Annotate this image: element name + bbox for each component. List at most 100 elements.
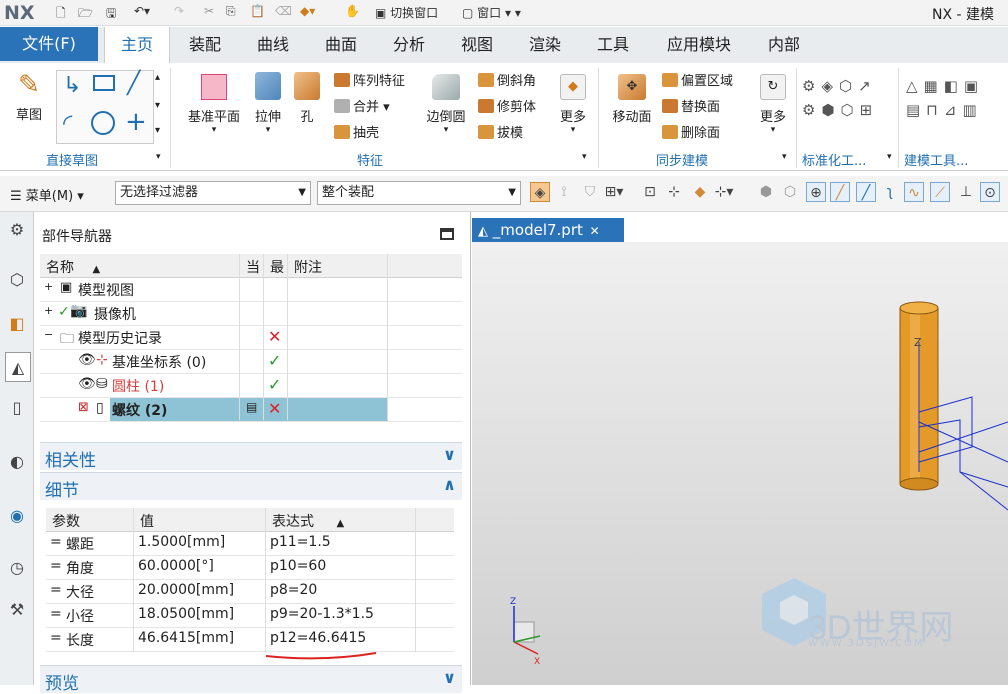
touch-mode-icon[interactable]: ✋ — [345, 4, 360, 22]
close-tab-icon[interactable]: ✕ — [590, 224, 600, 238]
latest-column-header[interactable]: 最 — [270, 257, 284, 277]
reuse-library-icon[interactable]: ▯ — [5, 396, 29, 420]
maximize-panel-icon[interactable] — [440, 228, 454, 240]
details-row[interactable]: = 螺距 1.5000[mm] p11=1.5 — [46, 532, 454, 556]
unite-button[interactable]: 合并 ▾ — [334, 96, 390, 115]
collapse-icon[interactable]: − — [44, 328, 53, 341]
arc-center-snap-icon[interactable]: ⊙ — [980, 182, 1000, 202]
details-row[interactable]: = 角度 60.0000[°] p10=60 — [46, 556, 454, 580]
tab-tools[interactable]: 工具 — [586, 27, 640, 63]
midpoint-snap-icon[interactable]: ╱ — [856, 182, 876, 202]
point-icon[interactable]: + — [125, 107, 147, 137]
part-navigator-icon[interactable]: ◭ — [5, 352, 31, 382]
gallery-expand-icon[interactable]: ▾ — [155, 125, 160, 136]
selection-filter-icon[interactable]: ⛉ — [580, 182, 600, 202]
modeling-tools-icons[interactable]: △▦◧▣ ▤⊓⊿▥ — [906, 74, 1008, 144]
tree-row-thread[interactable]: ⊠ ▯ 螺纹 (2) ▤ ✕ — [40, 398, 462, 422]
constraint-navigator-icon[interactable]: ◧ — [5, 312, 29, 336]
expression-column-header[interactable]: 表达式 ▲ — [272, 511, 344, 531]
quadrant-snap-icon[interactable]: ⟋ — [930, 182, 950, 202]
tab-surface[interactable]: 曲面 — [314, 27, 368, 63]
circle-icon[interactable] — [91, 111, 115, 135]
tree-row-model-history[interactable]: − 🗀 模型历史记录 ✕ — [40, 326, 462, 350]
endpoint-snap-icon[interactable]: ╱ — [830, 182, 850, 202]
name-column-header[interactable]: 名称 ▲ — [46, 257, 100, 277]
details-section-header[interactable]: 细节 ∧ — [40, 472, 462, 501]
direct-sketch-group-menu-icon[interactable]: ▾ — [156, 152, 161, 162]
comment-column-header[interactable]: 附注 — [294, 257, 322, 277]
dependency-section-header[interactable]: 相关性 ∨ — [40, 442, 462, 471]
cut-icon[interactable]: ✂ — [204, 4, 214, 22]
open-file-icon[interactable]: 🗁 — [78, 4, 93, 22]
gallery-scroll-down-icon[interactable]: ▾ — [155, 100, 160, 111]
tab-curve[interactable]: 曲线 — [246, 27, 300, 63]
extrude-button[interactable]: 拉伸 ▾ — [250, 70, 286, 135]
feature-group-menu-icon[interactable]: ▾ — [582, 152, 587, 162]
profile-icon[interactable]: ↳ — [63, 73, 81, 98]
preview-section-header[interactable]: 预览 ∨ — [40, 665, 462, 694]
delete-face-button[interactable]: 删除面 — [662, 122, 720, 141]
chamfer-button[interactable]: 倒斜角 — [478, 70, 536, 89]
select-all-icon[interactable]: ⊞▾ — [604, 182, 624, 202]
value-column-header[interactable]: 值 — [140, 511, 154, 531]
draft-button[interactable]: 拔模 — [478, 122, 523, 141]
pattern-feature-button[interactable]: 阵列特征 — [334, 70, 405, 89]
expand-icon[interactable]: + — [44, 280, 53, 293]
copy-icon[interactable]: ⎘ — [226, 4, 236, 22]
switch-window-button[interactable]: ▣ 切换窗口 — [375, 4, 438, 22]
visibility-eye-icon[interactable]: 👁 — [78, 376, 96, 392]
part-file-tab[interactable]: ◭ _model7.prt ✕ — [472, 218, 624, 242]
body-snap-icon[interactable]: ⬡ — [780, 182, 800, 202]
curve-snap-icon[interactable]: ʅ — [880, 182, 900, 202]
hole-button[interactable]: 孔 — [290, 70, 324, 125]
window-menu-button[interactable]: ▢ 窗口 ▾ ▾ — [462, 4, 521, 22]
web-browser-icon[interactable]: ◉ — [5, 504, 29, 528]
feature-more-button[interactable]: ◆ 更多 ▾ — [554, 70, 592, 135]
arc-icon[interactable]: ◜ — [63, 109, 72, 137]
expand-icon[interactable]: + — [44, 304, 53, 317]
datum-plane-button[interactable]: 基准平面 ▾ — [182, 70, 246, 135]
repeat-command-icon[interactable]: ◆▾ — [300, 4, 315, 22]
face-snap-icon[interactable]: ⬢ — [756, 182, 776, 202]
param-column-header[interactable]: 参数 — [52, 511, 80, 531]
details-row[interactable]: = 长度 46.6415[mm] p12=46.6415 — [46, 628, 454, 652]
menu-button[interactable]: ☰ 菜单(M) ▾ — [10, 185, 84, 204]
graphics-window[interactable]: Z Z X 3D世界网 WWW.3DSJW.COM — [472, 242, 1008, 685]
offset-region-button[interactable]: 偏置区域 — [662, 70, 733, 89]
sync-more-button[interactable]: ↻ 更多 ▾ — [754, 70, 792, 135]
tab-view[interactable]: 视图 — [450, 27, 504, 63]
process-studio-icon[interactable]: ⚒ — [5, 598, 29, 622]
select-bodies-icon[interactable]: ⟟ — [554, 182, 574, 202]
tab-assembly[interactable]: 装配 — [178, 27, 232, 63]
hd3d-tools-icon[interactable]: ◐ — [5, 450, 29, 474]
sync-group-menu-icon[interactable]: ▾ — [782, 152, 787, 162]
trim-body-button[interactable]: 修剪体 — [478, 96, 536, 115]
snap-point-icon[interactable]: ⊡ — [640, 182, 660, 202]
shell-button[interactable]: 抽壳 — [334, 122, 379, 141]
file-tab[interactable]: 文件(F) — [0, 27, 98, 61]
settings-icon[interactable]: ⚙ — [5, 218, 29, 242]
tab-analysis[interactable]: 分析 — [382, 27, 436, 63]
details-row[interactable]: = 大径 20.0000[mm] p8=20 — [46, 580, 454, 604]
details-row[interactable]: = 小径 18.0500[mm] p9=20-1.3*1.5 — [46, 604, 454, 628]
standardization-tools-icons[interactable]: ⚙◈⬡↗ ⚙⬢⬡⊞ — [802, 74, 894, 144]
visibility-eye-icon[interactable]: 👁 — [78, 352, 96, 368]
control-point-snap-icon[interactable]: ∿ — [904, 182, 924, 202]
sketch-button[interactable]: ✎ 草图 — [8, 70, 50, 123]
show-hide-icon[interactable]: ◆ — [690, 182, 710, 202]
select-feature-icon[interactable]: ◈ — [530, 182, 550, 202]
tab-internal[interactable]: 内部 — [756, 27, 812, 63]
current-column-header[interactable]: 当 — [246, 257, 260, 277]
history-icon[interactable]: ◷ — [5, 556, 29, 580]
tab-home[interactable]: 主页 — [104, 27, 170, 63]
tab-render[interactable]: 渲染 — [518, 27, 572, 63]
new-file-icon[interactable]: 🗋 — [56, 4, 66, 22]
snap-grid-icon[interactable]: ⊹ — [664, 182, 684, 202]
redo-icon[interactable]: ↷ — [174, 4, 184, 22]
undo-icon[interactable]: ↶▾ — [134, 4, 150, 22]
type-filter-dropdown[interactable]: 无选择过滤器 ▼ — [115, 181, 311, 205]
gallery-scroll-up-icon[interactable]: ▴ — [155, 72, 160, 83]
tree-row-datum-csys[interactable]: 👁 ⊹ 基准坐标系 (0) ✓ — [40, 350, 462, 374]
line-icon[interactable]: ╱ — [127, 71, 140, 96]
paste-icon[interactable]: 📋 — [250, 4, 265, 22]
